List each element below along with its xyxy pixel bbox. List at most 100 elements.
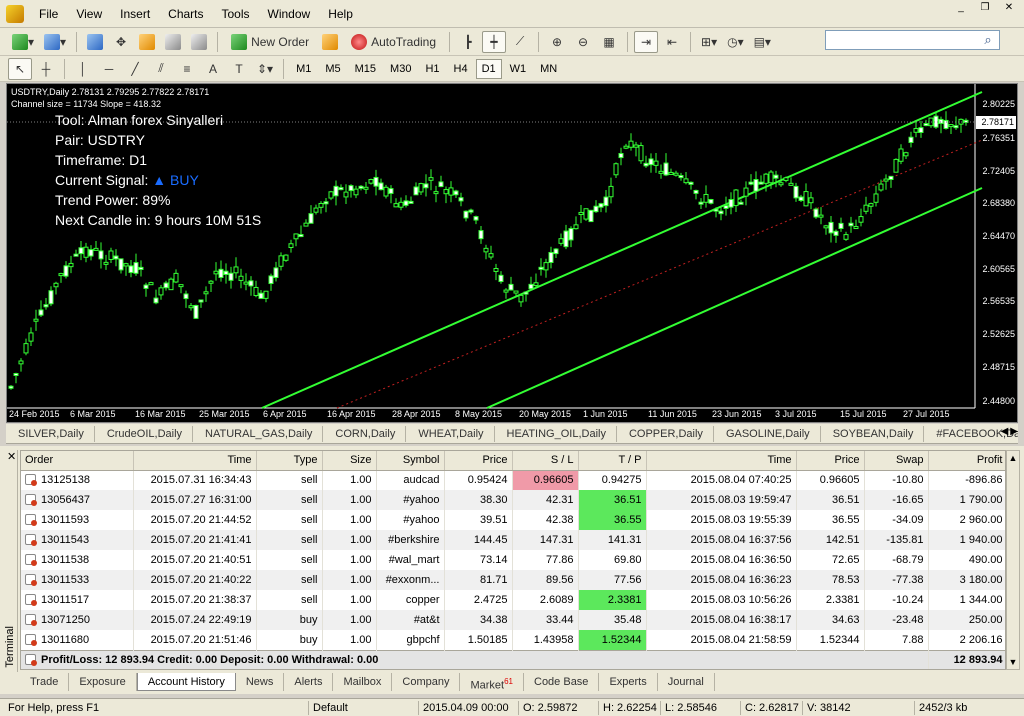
table-row[interactable]: 13125138 2015.07.31 16:34:43 sell 1.00 audca… (21, 470, 1005, 490)
scroll-down-icon[interactable]: ▼ (1007, 655, 1019, 669)
column-header[interactable]: Size (322, 451, 377, 471)
chart-tab[interactable]: CrudeOIL,Daily (95, 425, 194, 442)
terminal-button[interactable] (161, 31, 185, 53)
timeframe-m1[interactable]: M1 (290, 59, 317, 79)
trendline-button[interactable]: ╱ (123, 58, 147, 80)
crosshair-button[interactable]: ┼ (34, 58, 58, 80)
column-header[interactable]: Time (646, 451, 797, 471)
chart-tab[interactable]: SOYBEAN,Daily (821, 425, 925, 442)
column-header[interactable]: T / P (578, 451, 647, 471)
profiles-button[interactable]: ▾ (40, 31, 70, 53)
arrows-button[interactable]: ⇕▾ (253, 58, 277, 80)
price-chart[interactable]: USDTRY,Daily 2.78131 2.79295 2.77822 2.7… (6, 83, 1018, 423)
new-chart-button[interactable]: ▾ (8, 31, 38, 53)
restore-icon[interactable]: ❐ (974, 3, 996, 13)
timeframe-mn[interactable]: MN (534, 59, 563, 79)
column-header[interactable]: Time (133, 451, 257, 471)
menu-charts[interactable]: Charts (159, 3, 212, 25)
indicators-button[interactable]: ⊞▾ (697, 31, 721, 53)
timeframe-h4[interactable]: H4 (448, 59, 474, 79)
menu-insert[interactable]: Insert (111, 3, 159, 25)
timeframe-w1[interactable]: W1 (504, 59, 533, 79)
menu-window[interactable]: Window (259, 3, 320, 25)
search-icon[interactable]: ⌕ (980, 32, 996, 48)
equidistant-channel-button[interactable]: ⫽ (149, 58, 173, 80)
table-scrollbar[interactable]: ▲ ▼ (1006, 450, 1020, 670)
horizontal-line-button[interactable]: ─ (97, 58, 121, 80)
chart-tab[interactable]: COPPER,Daily (617, 425, 714, 442)
table-row[interactable]: 13011680 2015.07.20 21:51:46 buy 1.00 gbpchf… (21, 630, 1005, 650)
column-header[interactable]: Swap (864, 451, 929, 471)
column-header[interactable]: Price (444, 451, 513, 471)
timeframe-h1[interactable]: H1 (419, 59, 445, 79)
chart-tab[interactable]: WHEAT,Daily (406, 425, 495, 442)
timeframe-m5[interactable]: M5 (319, 59, 346, 79)
terminal-tab[interactable]: Exposure (69, 673, 137, 691)
chart-tab[interactable]: CORN,Daily (323, 425, 407, 442)
close-icon[interactable]: ✕ (998, 3, 1020, 13)
column-header[interactable]: Type (256, 451, 323, 471)
line-chart-button[interactable]: ⟋ (508, 31, 532, 53)
table-row[interactable]: 13011533 2015.07.20 21:40:22 sell 1.00 #exxo… (21, 570, 1005, 590)
column-header[interactable]: Symbol (376, 451, 445, 471)
new-order-button[interactable]: New Order (224, 31, 316, 53)
table-row[interactable]: 13011543 2015.07.20 21:41:41 sell 1.00 #berk… (21, 530, 1005, 550)
timeframe-m15[interactable]: M15 (349, 59, 382, 79)
table-row[interactable]: 13011517 2015.07.20 21:38:37 sell 1.00 coppe… (21, 590, 1005, 610)
bar-chart-button[interactable]: ┣ (456, 31, 480, 53)
table-row[interactable]: 13071250 2015.07.24 22:49:19 buy 1.00 #at&t 3… (21, 610, 1005, 630)
chart-tab[interactable]: HEATING_OIL,Daily (495, 425, 617, 442)
terminal-tab[interactable]: Journal (658, 673, 715, 691)
timeframe-d1[interactable]: D1 (475, 58, 502, 79)
column-header[interactable]: Profit (928, 451, 1005, 471)
minimize-icon[interactable]: _ (950, 3, 972, 13)
column-header[interactable]: Order (21, 451, 134, 471)
menu-tools[interactable]: Tools (213, 3, 259, 25)
search-input[interactable] (825, 30, 1000, 50)
chart-tab[interactable]: SILVER,Daily (6, 425, 95, 442)
favorites-button[interactable] (135, 31, 159, 53)
table-row[interactable]: 13011593 2015.07.20 21:44:52 sell 1.00 #yaho… (21, 510, 1005, 530)
text-button[interactable]: A (201, 58, 225, 80)
terminal-tab[interactable]: Mailbox (333, 673, 393, 691)
table-row[interactable]: 13056437 2015.07.27 16:31:00 sell 1.00 #yaho… (21, 490, 1005, 510)
terminal-tab[interactable]: Alerts (284, 673, 334, 691)
scroll-right-icon[interactable]: ▶ (1010, 426, 1018, 437)
zoom-out-button[interactable]: ⊖ (571, 31, 595, 53)
chart-shift-button[interactable]: ⇤ (660, 31, 684, 53)
metaeditor-button[interactable] (318, 31, 342, 53)
text-label-button[interactable]: T (227, 58, 251, 80)
vertical-line-button[interactable]: │ (71, 58, 95, 80)
menu-help[interactable]: Help (319, 3, 362, 25)
auto-scroll-button[interactable]: ⇥ (634, 30, 659, 53)
templates-button[interactable]: ▤▾ (750, 31, 775, 53)
chart-tab[interactable]: NATURAL_GAS,Daily (193, 425, 324, 442)
terminal-tab[interactable]: Code Base (524, 673, 600, 691)
terminal-tab[interactable]: Account History (136, 673, 236, 691)
terminal-tab[interactable]: News (236, 673, 285, 691)
close-terminal-icon[interactable]: ✕ (7, 450, 16, 463)
market-watch-button[interactable] (83, 31, 107, 53)
chart-tab[interactable]: GASOLINE,Daily (714, 425, 821, 442)
candlestick-button[interactable]: ┿ (482, 30, 507, 53)
autotrading-button[interactable]: AutoTrading (344, 31, 443, 53)
terminal-tab[interactable]: Company (392, 673, 461, 691)
menu-file[interactable]: File (30, 3, 67, 25)
menu-view[interactable]: View (67, 3, 111, 25)
terminal-tab[interactable]: Trade (20, 673, 70, 691)
scroll-up-icon[interactable]: ▲ (1007, 451, 1019, 465)
column-header[interactable]: Price (796, 451, 865, 471)
column-header[interactable]: S / L (512, 451, 579, 471)
navigator-button[interactable]: ✥ (109, 31, 133, 53)
cursor-button[interactable]: ↖ (8, 57, 32, 80)
terminal-tab[interactable]: Market61 (460, 673, 524, 692)
tile-windows-button[interactable]: ▦ (597, 31, 621, 53)
periods-button[interactable]: ◷▾ (723, 31, 748, 53)
terminal-tab[interactable]: Experts (599, 673, 658, 691)
scroll-left-icon[interactable]: ◀ (1001, 426, 1009, 437)
strategy-tester-button[interactable] (187, 31, 211, 53)
zoom-in-button[interactable]: ⊕ (545, 31, 569, 53)
fibonacci-button[interactable]: ≡ (175, 58, 199, 80)
timeframe-m30[interactable]: M30 (384, 59, 417, 79)
table-row[interactable]: 13011538 2015.07.20 21:40:51 sell 1.00 #wal_… (21, 550, 1005, 570)
